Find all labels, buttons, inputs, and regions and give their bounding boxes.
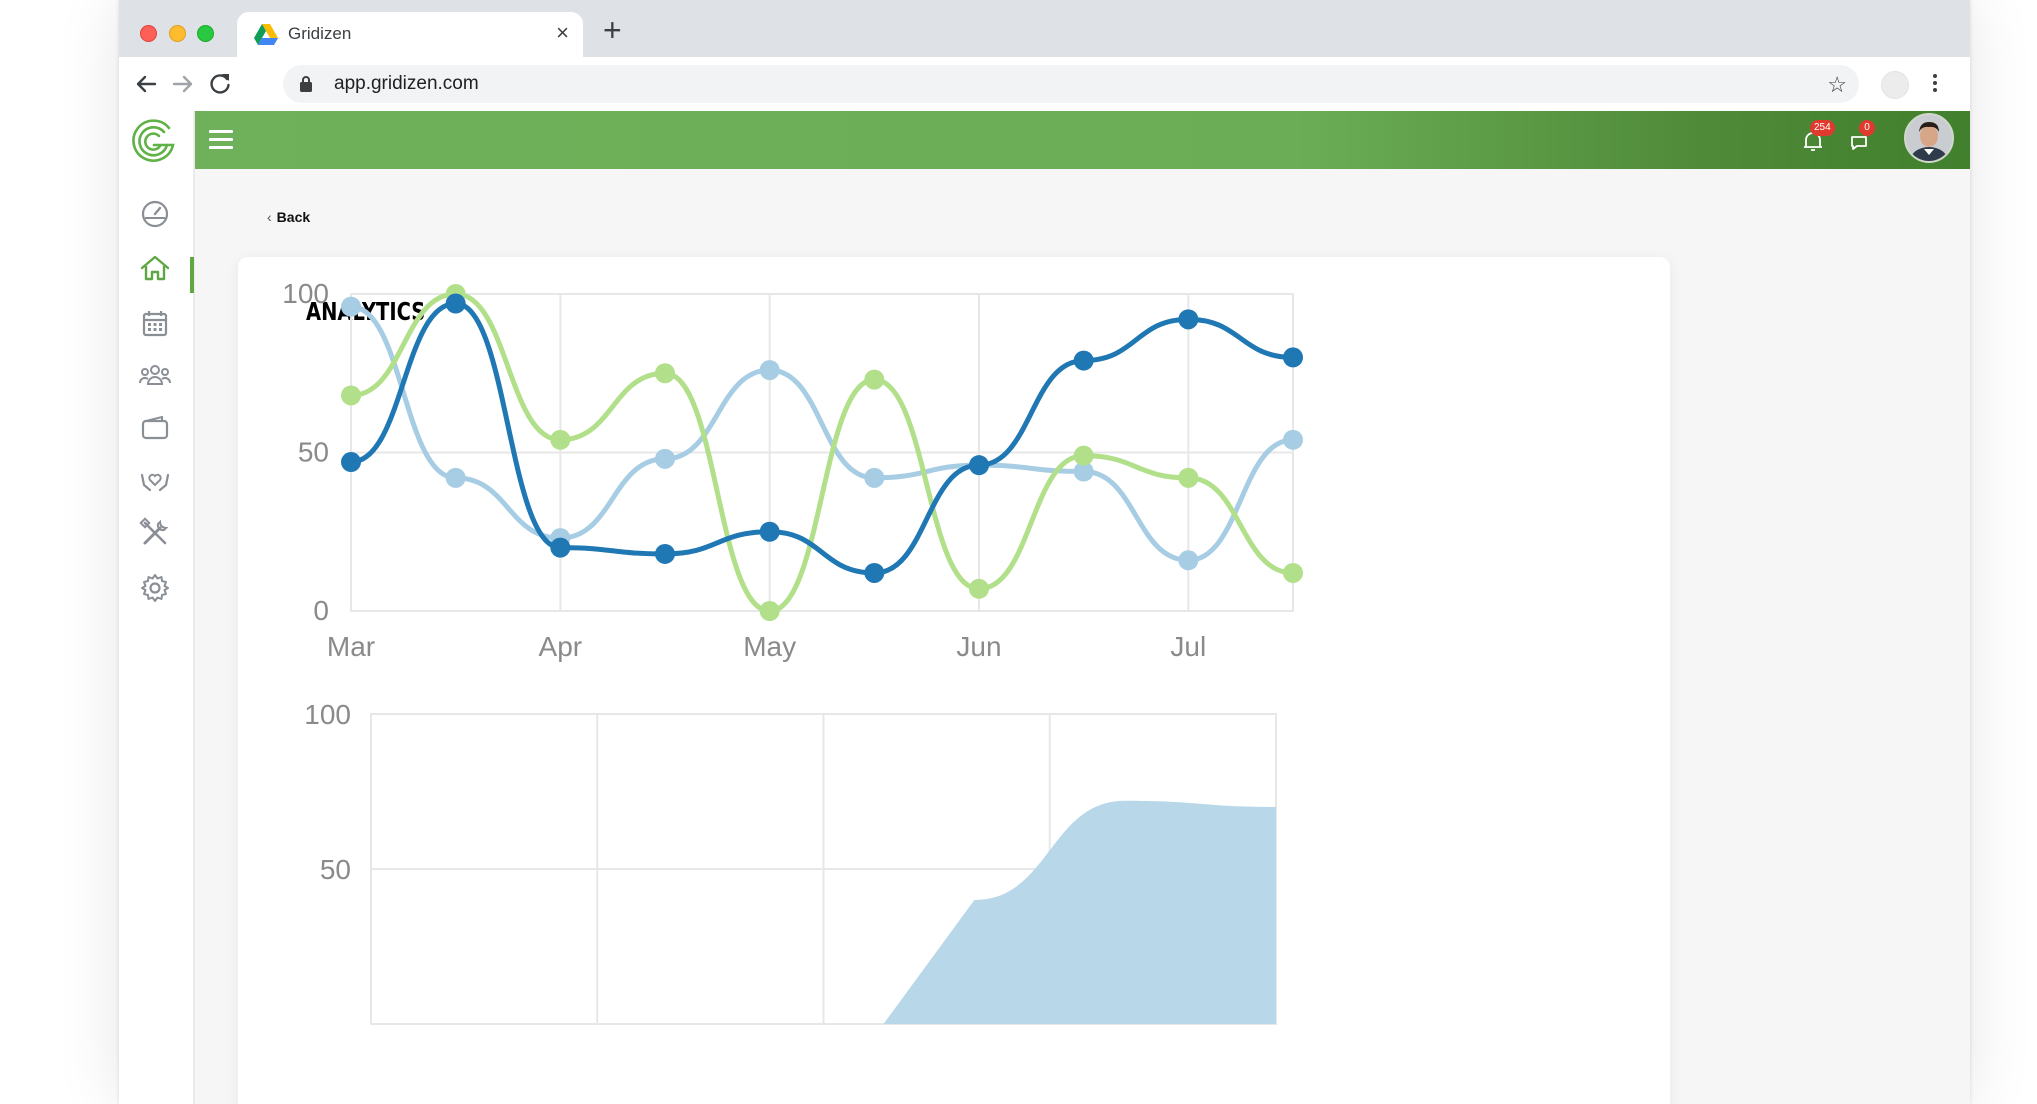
back-link[interactable]: ‹ Back	[267, 209, 310, 225]
tab-strip: Gridizen × +	[119, 0, 1970, 57]
home-icon[interactable]	[138, 251, 172, 285]
chart1-point	[864, 467, 885, 488]
chevron-left-icon: ‹	[267, 209, 272, 225]
wallet-icon[interactable]	[138, 411, 172, 445]
new-tab-button[interactable]: +	[603, 14, 622, 46]
gridizen-logo[interactable]	[129, 116, 179, 166]
google-drive-icon	[254, 24, 278, 45]
chart1-point	[550, 429, 571, 450]
maximize-window-button[interactable]	[197, 25, 214, 42]
chart1-series-line-2	[348, 301, 1296, 576]
dashboard-gauge-icon[interactable]	[138, 196, 172, 230]
chart1-point	[1178, 550, 1199, 571]
url-text: app.gridizen.com	[334, 73, 479, 94]
chart1-y-tick-label: 100	[282, 278, 329, 309]
chart1-point	[759, 601, 780, 621]
chart1-point	[969, 578, 989, 599]
chart1-x-tick-label: Jun	[956, 631, 1001, 662]
chart2-y-tick-label: 50	[320, 854, 351, 885]
messages-badge: 0	[1859, 120, 1875, 136]
chart1-point	[759, 521, 780, 542]
chart1-point	[1178, 467, 1199, 488]
chart1-x-tick-label: May	[743, 631, 796, 662]
browser-toolbar: app.gridizen.com ☆	[119, 57, 1970, 111]
chart1-point	[864, 562, 885, 583]
chart1-x-tick-label: Apr	[539, 631, 583, 662]
chart1-point	[1283, 429, 1303, 450]
bookmark-star-icon[interactable]: ☆	[1827, 72, 1847, 98]
close-window-button[interactable]	[140, 25, 157, 42]
menu-hamburger-icon[interactable]	[209, 130, 233, 150]
address-bar[interactable]: app.gridizen.com ☆	[283, 65, 1859, 103]
user-photo	[1906, 115, 1952, 161]
lock-icon	[300, 76, 312, 92]
app-sidebar	[119, 111, 195, 1104]
sidebar-active-indicator	[190, 257, 194, 293]
chart1-point	[1283, 562, 1303, 583]
analytics-card: ANALYTICS 0 50 100 Mar Apr May Jun Jul 50 100	[238, 257, 1670, 1104]
chart1-point	[341, 296, 361, 317]
chart1-point	[1073, 350, 1094, 371]
notifications-button[interactable]: 254	[1798, 120, 1835, 155]
chart1-point	[969, 455, 989, 476]
messages-button[interactable]: 0	[1845, 120, 1875, 155]
chart1-y-tick-label: 50	[298, 437, 329, 468]
heart-hands-icon[interactable]	[138, 463, 172, 497]
back-arrow-icon[interactable]	[131, 69, 161, 99]
chart1-point	[655, 543, 675, 564]
tab-title: Gridizen	[288, 24, 352, 43]
minimize-window-button[interactable]	[169, 25, 186, 42]
gear-icon[interactable]	[138, 571, 172, 605]
forward-arrow-icon[interactable]	[168, 69, 198, 99]
browser-menu-icon[interactable]	[1931, 71, 1939, 97]
chart1-point	[1178, 309, 1199, 330]
chart1-point	[655, 448, 675, 469]
chart2-y-tick-label: 100	[304, 699, 351, 730]
chart1-series-line-0	[348, 304, 1296, 563]
tools-icon[interactable]	[138, 516, 172, 550]
user-avatar[interactable]	[1904, 113, 1954, 163]
chart1-point	[1073, 445, 1094, 466]
chart1-x-tick-label: Jul	[1170, 631, 1206, 662]
chart2-area-series	[883, 800, 1276, 1024]
chart1-point	[341, 385, 361, 406]
chart1-point	[445, 467, 466, 488]
chart1-point	[759, 360, 780, 381]
chart1-y-tick-label: 0	[313, 595, 329, 626]
browser-profile-button[interactable]	[1881, 71, 1909, 99]
reload-icon[interactable]	[205, 69, 235, 99]
calendar-icon[interactable]	[138, 306, 172, 340]
chart1-x-tick-label: Mar	[327, 631, 375, 662]
chart1-point	[341, 452, 361, 473]
people-group-icon[interactable]	[138, 359, 172, 393]
browser-tab[interactable]: Gridizen ×	[237, 12, 583, 57]
chart1-point	[864, 369, 885, 390]
tab-close-icon[interactable]: ×	[556, 20, 569, 46]
analytics-charts: 0 50 100 Mar Apr May Jun Jul 50 100	[282, 278, 1303, 1025]
back-label: Back	[276, 209, 311, 225]
app-header: 254 0	[195, 111, 1970, 169]
browser-window: Gridizen × + app.gridizen.com ☆ 254 0 ‹ …	[119, 0, 1970, 1104]
chart1-point	[550, 537, 571, 558]
chart1-point	[655, 363, 675, 384]
chart1-point	[445, 293, 466, 314]
notifications-badge: 254	[1810, 120, 1835, 136]
chart1-point	[1283, 347, 1303, 368]
